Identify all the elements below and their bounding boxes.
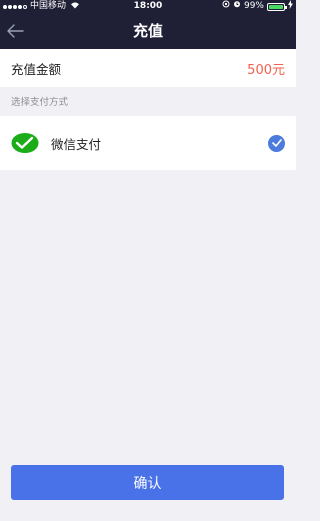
payment-method-label: 微信支付 (51, 136, 102, 152)
amount-value: 500元 (247, 62, 285, 78)
payment-section-label: 选择支付方式 (11, 97, 69, 108)
selected-check-icon[interactable] (268, 134, 285, 152)
wechat-icon (11, 133, 39, 153)
alarm-icon (233, 0, 241, 13)
payment-option-wechat[interactable]: 微信支付 (0, 116, 296, 170)
confirm-button[interactable]: 确认 (11, 465, 284, 500)
nav-bar: 充值 (0, 13, 296, 49)
lock-rotation-icon (222, 0, 230, 13)
battery-percent: 99% (243, 1, 264, 11)
status-right: 99% (222, 0, 293, 13)
amount-label: 充值金额 (11, 61, 62, 77)
battery-icon (267, 2, 287, 11)
recharge-amount-row: 充值金额 500元 (0, 49, 296, 87)
charging-icon (288, 0, 293, 14)
status-bar: 中国移动 18:00 99% (0, 0, 296, 13)
page-title: 充值 (132, 22, 163, 40)
